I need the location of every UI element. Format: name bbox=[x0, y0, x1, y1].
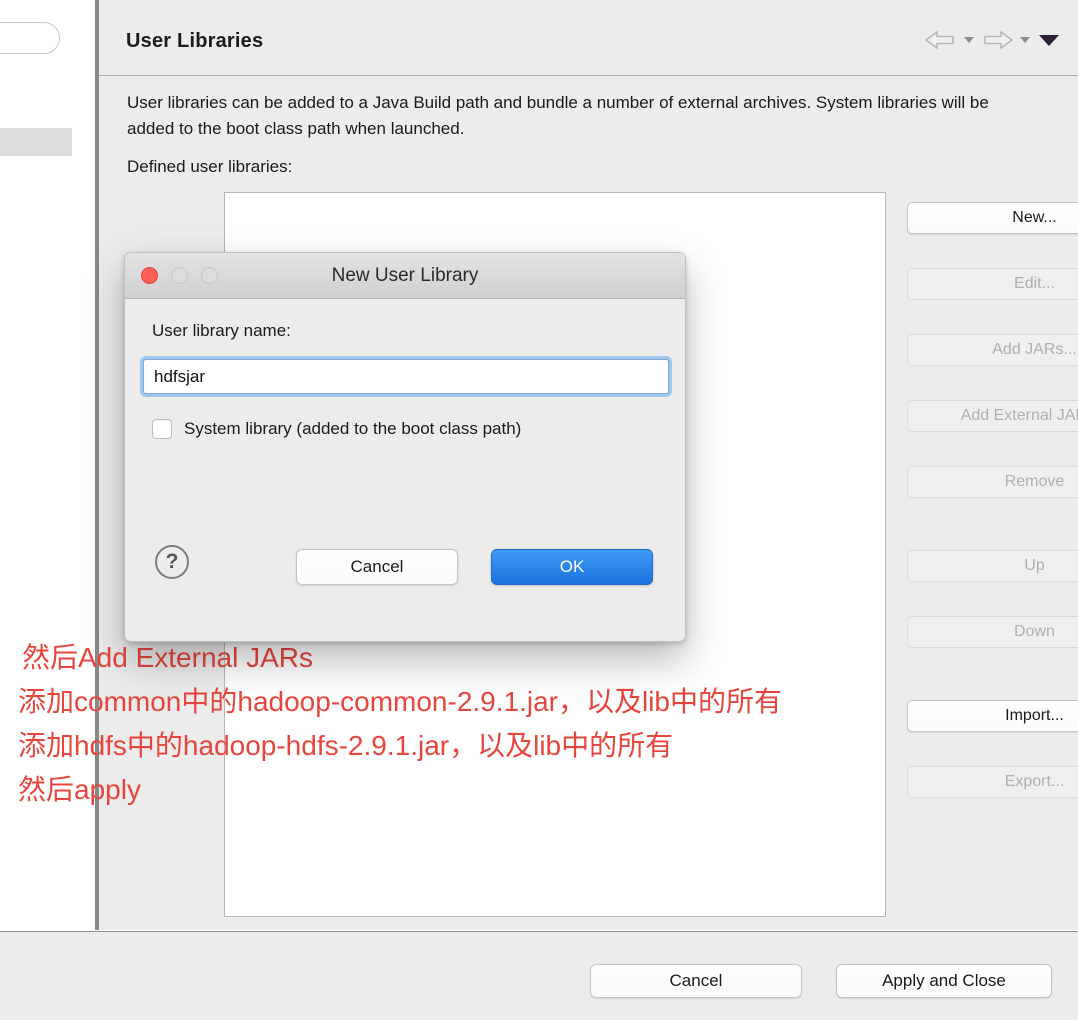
panel-header: User Libraries bbox=[99, 2, 1078, 76]
remove-library-button[interactable]: Remove bbox=[907, 466, 1078, 498]
new-user-library-dialog: New User Library User library name: Syst… bbox=[124, 252, 686, 642]
system-library-label: System library (added to the boot class … bbox=[184, 419, 522, 438]
help-icon[interactable]: ? bbox=[155, 545, 189, 579]
library-name-label: User library name: bbox=[152, 321, 291, 340]
dialog-cancel-button[interactable]: Cancel bbox=[296, 549, 458, 585]
import-button[interactable]: Import... bbox=[907, 700, 1078, 732]
preferences-sidebar bbox=[0, 0, 95, 930]
sidebar-search-input[interactable] bbox=[0, 22, 60, 54]
panel-menu-chevron-down-icon[interactable] bbox=[1034, 27, 1064, 53]
screen-root: User Libraries User libraries can be add… bbox=[0, 0, 1078, 1020]
forward-arrow-icon[interactable] bbox=[978, 27, 1016, 53]
sidebar-selected-item[interactable] bbox=[0, 128, 72, 156]
defined-libraries-label: Defined user libraries: bbox=[127, 157, 293, 176]
add-jars-button[interactable]: Add JARs... bbox=[907, 334, 1078, 366]
dialog-titlebar: New User Library bbox=[125, 253, 685, 299]
system-library-checkbox[interactable] bbox=[152, 419, 172, 439]
dialog-ok-button[interactable]: OK bbox=[491, 549, 653, 585]
move-down-button[interactable]: Down bbox=[907, 616, 1078, 648]
edit-library-button[interactable]: Edit... bbox=[907, 268, 1078, 300]
panel-navigation bbox=[922, 27, 1064, 53]
move-up-button[interactable]: Up bbox=[907, 550, 1078, 582]
panel-description: User libraries can be added to a Java Bu… bbox=[127, 93, 989, 138]
dialog-footer: Cancel Apply and Close bbox=[0, 931, 1078, 1020]
back-arrow-icon[interactable] bbox=[922, 27, 960, 53]
library-name-input[interactable] bbox=[143, 359, 669, 394]
add-external-jars-button[interactable]: Add External JARs... bbox=[907, 400, 1078, 432]
footer-cancel-button[interactable]: Cancel bbox=[590, 964, 802, 998]
forward-history-chevron-down-icon[interactable] bbox=[1016, 27, 1034, 53]
dialog-title: New User Library bbox=[331, 265, 479, 286]
export-button[interactable]: Export... bbox=[907, 766, 1078, 798]
system-library-row[interactable]: System library (added to the boot class … bbox=[152, 419, 521, 439]
library-name-field-focus-ring bbox=[140, 356, 672, 397]
page-title: User Libraries bbox=[126, 30, 264, 52]
back-history-chevron-down-icon[interactable] bbox=[960, 27, 978, 53]
new-library-button[interactable]: New... bbox=[907, 202, 1078, 234]
footer-apply-and-close-button[interactable]: Apply and Close bbox=[836, 964, 1052, 998]
